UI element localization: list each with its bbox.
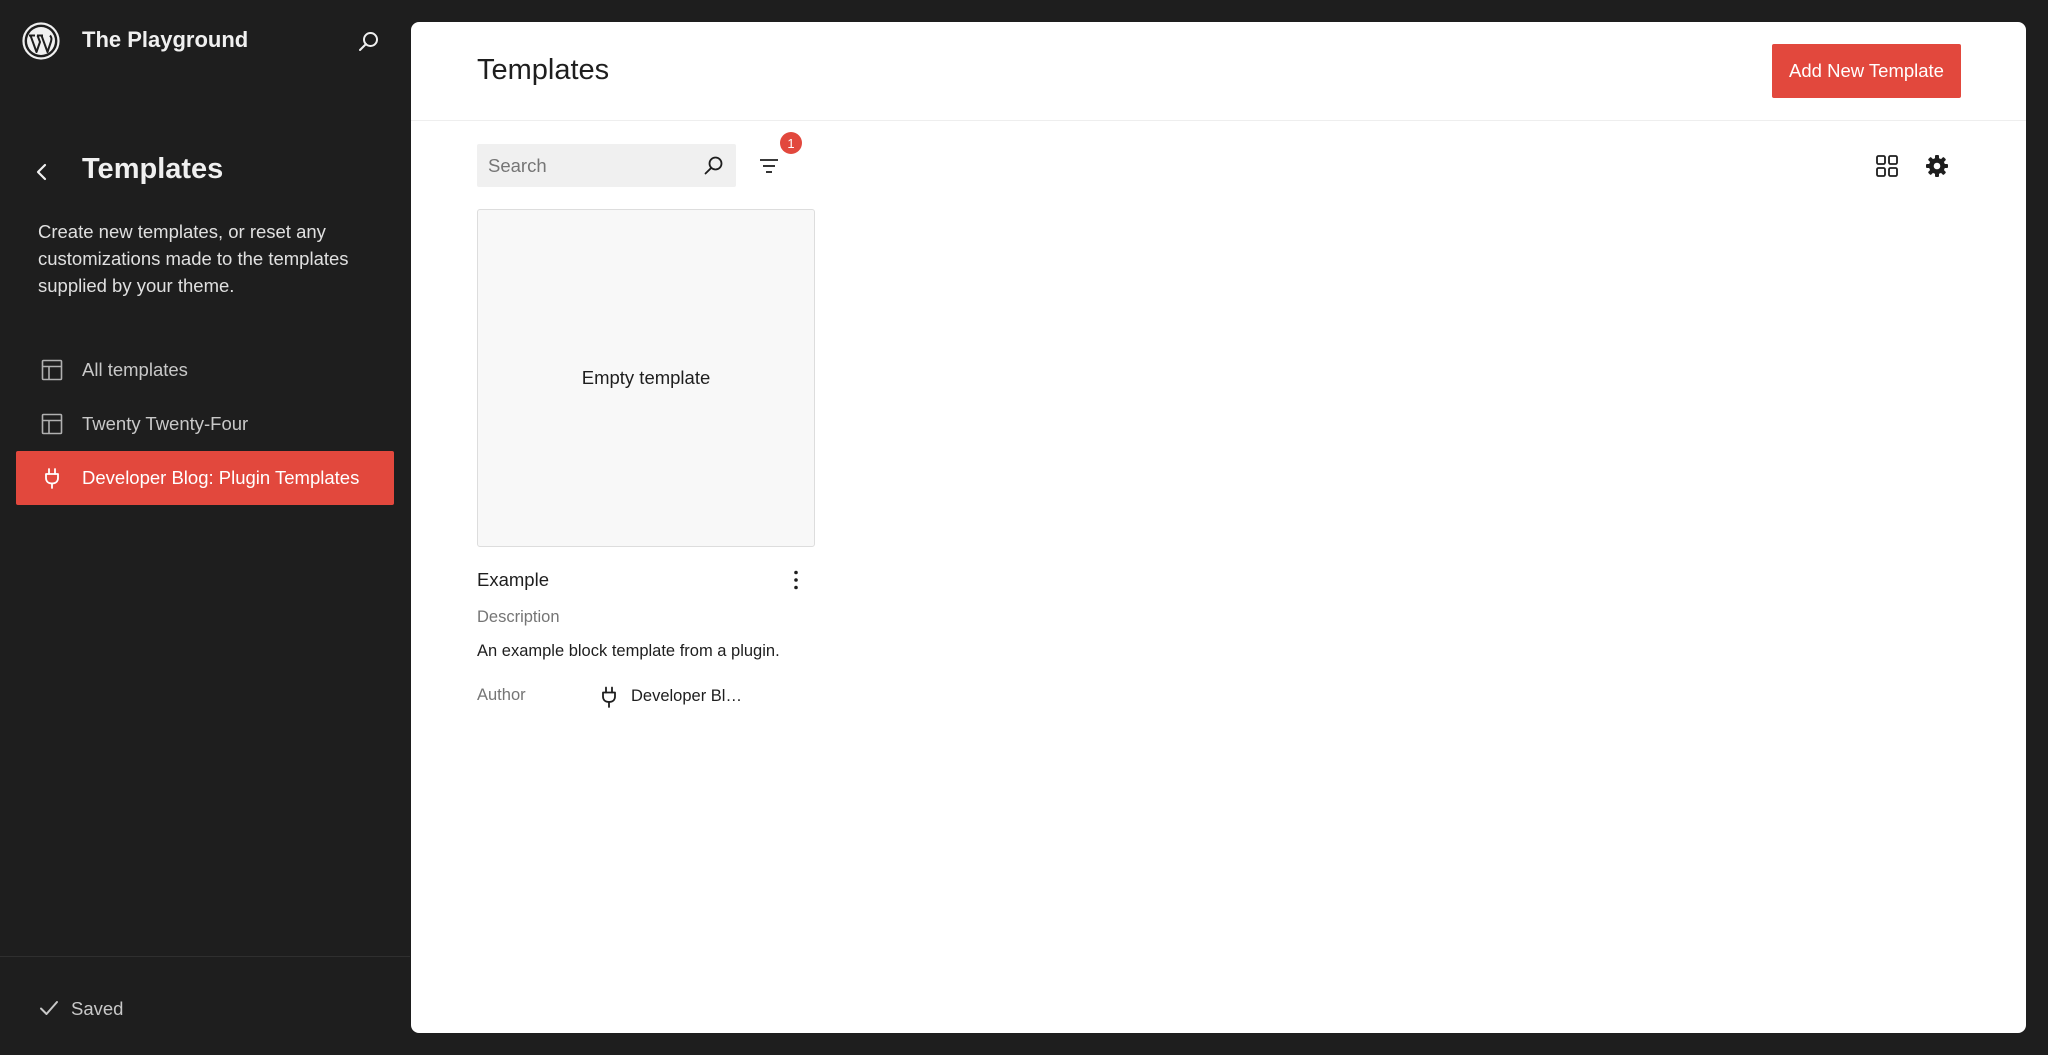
- more-vertical-icon: [794, 570, 798, 590]
- sidebar-item-label: Developer Blog: Plugin Templates: [82, 467, 360, 488]
- template-title[interactable]: Example: [477, 569, 549, 591]
- sidebar-item-label: All templates: [82, 359, 188, 380]
- filter-button[interactable]: [755, 152, 783, 180]
- gear-icon: [1926, 155, 1948, 177]
- grid-view-button[interactable]: [1873, 152, 1901, 180]
- sidebar-item-developer-blog-plugin-templates[interactable]: Developer Blog: Plugin Templates: [16, 451, 394, 505]
- add-new-template-button[interactable]: Add New Template: [1772, 44, 1961, 98]
- template-preview[interactable]: Empty template: [477, 209, 815, 547]
- plugin-icon: [40, 466, 64, 490]
- search-field: [477, 144, 736, 187]
- site-title[interactable]: The Playground: [82, 27, 248, 53]
- sidebar-nav: All templates Twenty Twenty-Four Develop…: [16, 343, 394, 505]
- filter-count-badge: 1: [780, 132, 802, 154]
- template-preview-text: Empty template: [581, 367, 711, 388]
- main-panel: Templates Add New Template 1: [411, 22, 2026, 1033]
- sidebar-item-all-templates[interactable]: All templates: [16, 343, 394, 397]
- sidebar-item-twenty-twenty-four[interactable]: Twenty Twenty-Four: [16, 397, 394, 451]
- grid-icon: [1876, 155, 1898, 177]
- layout-icon: [40, 358, 64, 382]
- template-actions-button[interactable]: [782, 566, 810, 594]
- wordpress-logo-icon[interactable]: [22, 22, 60, 60]
- description-value: An example block template from a plugin.: [477, 642, 780, 660]
- sidebar-footer: Saved: [0, 956, 410, 1055]
- search-icon[interactable]: [355, 28, 383, 56]
- filter-icon: [760, 159, 778, 173]
- page-title: Templates: [477, 54, 610, 86]
- search-input[interactable]: [477, 144, 692, 187]
- description-label: Description: [477, 608, 560, 626]
- site-header: The Playground: [0, 0, 410, 84]
- main-header: Templates Add New Template: [411, 22, 2026, 121]
- back-button[interactable]: [28, 158, 56, 186]
- check-icon: [38, 997, 60, 1019]
- sidebar-title: Templates: [82, 153, 224, 185]
- search-icon[interactable]: [701, 153, 727, 179]
- layout-icon: [40, 412, 64, 436]
- author-label: Author: [477, 686, 526, 704]
- view-settings-button[interactable]: [1922, 151, 1952, 181]
- save-status: Saved: [71, 998, 124, 1019]
- sidebar-description: Create new templates, or reset any custo…: [38, 221, 349, 296]
- sidebar-item-label: Twenty Twenty-Four: [82, 413, 249, 434]
- plugin-icon: [596, 684, 622, 710]
- author-value: Developer Blog: Plugin Templates: [631, 687, 751, 705]
- sidebar: The Playground Templates Create new temp…: [0, 0, 410, 1055]
